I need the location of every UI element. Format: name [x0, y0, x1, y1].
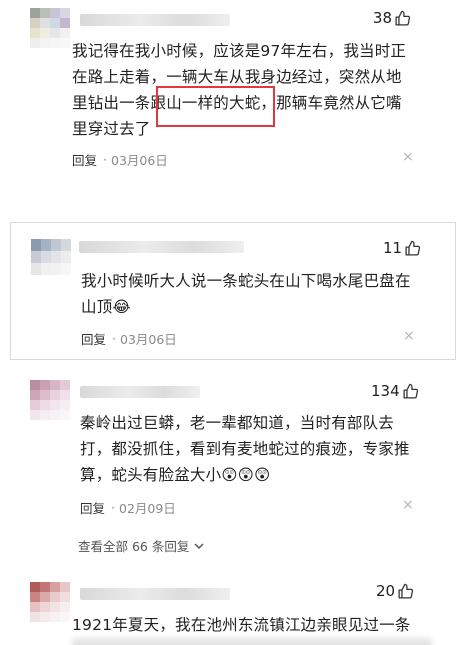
thumbs-up-icon	[405, 240, 421, 256]
comment-line: 山顶😂	[81, 298, 131, 316]
comment-line: 我小时候听大人说一条蛇头在山下喝水尾巴盘在	[81, 272, 411, 290]
username-redacted	[80, 14, 230, 26]
comment-line: 算，蛇头有脸盆大小😲😲😲	[80, 466, 271, 484]
comment-meta: 回复 · 03月06日	[72, 150, 168, 169]
close-icon[interactable]: ×	[402, 497, 414, 513]
username-redacted	[80, 588, 230, 600]
reply-button[interactable]: 回复	[81, 329, 106, 348]
comment-line: 打，都没抓住，看到有麦地蛇过的痕迹，专家推	[80, 440, 410, 458]
avatar[interactable]	[30, 8, 70, 48]
username-redacted	[79, 241, 244, 253]
comment-date: 03月06日	[111, 153, 168, 168]
comment-date: 02月09日	[119, 501, 176, 516]
comment-item: 134 秦岭出过巨蟒，老一辈都知道，当时有部队去 打，都没抓住，看到有麦地蛇过的…	[0, 370, 471, 565]
chevron-down-icon	[194, 542, 204, 549]
comment-line: 秦岭出过巨蟒，老一辈都知道，当时有部队去	[80, 414, 395, 432]
like-count[interactable]: 11	[383, 239, 421, 257]
like-count[interactable]: 134	[371, 382, 419, 400]
close-icon[interactable]: ×	[402, 149, 414, 165]
like-count[interactable]: 38	[373, 9, 411, 27]
comment-text: 1921年夏天，我在池州东流镇江边亲眼见过一条	[72, 612, 442, 638]
reply-item: 11 我小时候听大人说一条蛇头在山下喝水尾巴盘在 山顶😂 回复 · 03月06日…	[10, 222, 456, 360]
username-redacted	[80, 386, 200, 398]
cutoff-text-redacted	[72, 638, 432, 645]
thumbs-up-icon	[395, 10, 411, 26]
avatar[interactable]	[31, 239, 71, 275]
comment-date: 03月06日	[120, 332, 177, 347]
highlight-box	[156, 86, 275, 127]
comment-line: 1921年夏天，我在池州东流镇江边亲眼见过一条	[72, 616, 411, 634]
comment-item: 20 1921年夏天，我在池州东流镇江边亲眼见过一条	[0, 572, 471, 645]
reply-text: 我小时候听大人说一条蛇头在山下喝水尾巴盘在 山顶😂	[81, 268, 431, 320]
comment-item: 38 我记得在我小时候，应该是97年左右，我当时正 在路上走着，一辆大车从我身边…	[0, 0, 471, 200]
thumbs-up-icon	[398, 583, 414, 599]
avatar[interactable]	[30, 380, 70, 420]
avatar[interactable]	[30, 582, 70, 622]
reply-button[interactable]: 回复	[80, 498, 105, 517]
comment-text: 秦岭出过巨蟒，老一辈都知道，当时有部队去 打，都没抓住，看到有麦地蛇过的痕迹，专…	[80, 410, 430, 488]
like-count[interactable]: 20	[376, 582, 414, 600]
comment-line: 我记得在我小时候，应该是97年左右，我当时正	[72, 42, 407, 60]
close-icon[interactable]: ×	[403, 328, 415, 344]
view-all-replies-link[interactable]: 查看全部 66 条回复	[78, 536, 205, 555]
comment-meta: 回复 · 03月06日	[81, 329, 177, 348]
thumbs-up-icon	[403, 383, 418, 399]
reply-button[interactable]: 回复	[72, 150, 97, 169]
comment-meta: 回复 · 02月09日	[80, 498, 176, 517]
